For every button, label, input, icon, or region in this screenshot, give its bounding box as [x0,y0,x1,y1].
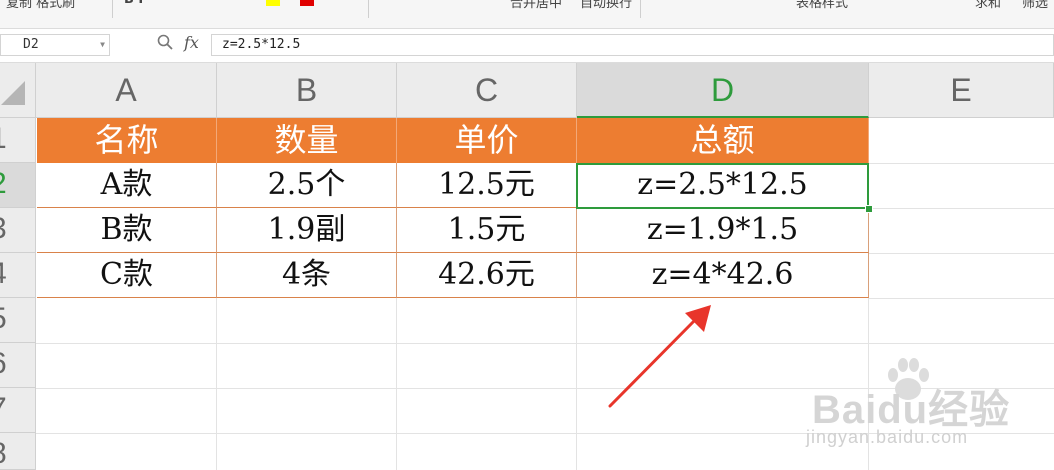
baidu-jingyan-url: jingyan.baidu.com [806,427,969,447]
baidu-watermark: Baidu经验 jingyan.baidu.com [800,358,1040,470]
